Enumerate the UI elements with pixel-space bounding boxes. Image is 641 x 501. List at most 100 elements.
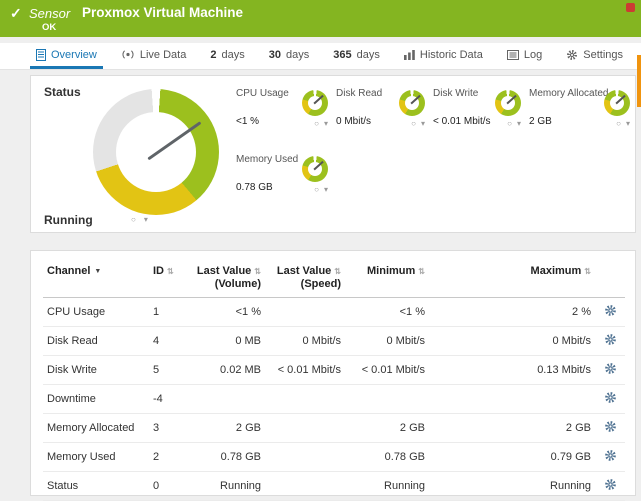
col-header-minimum[interactable]: Minimum⇅ [345,263,429,298]
tab-label: Overview [51,49,97,61]
speed-cell: < 0.01 Mbit/s [265,356,345,385]
tab-live-data[interactable]: Live Data [115,43,192,69]
col-header-last-value-volume[interactable]: Last Value⇅ (Volume) [187,263,265,298]
maximum-cell: Running [429,472,595,501]
tab-365-days[interactable]: 365 days [327,43,386,69]
speed-cell [265,385,345,414]
minimum-cell: <1 % [345,298,429,327]
volume-cell: 0.02 MB [187,356,265,385]
maximum-cell [429,385,595,414]
menu-icon[interactable]: ▾ [626,119,630,128]
disk-read-gauge [399,90,425,116]
alert-icon[interactable] [626,3,635,12]
sensor-status-text: Running [44,213,93,227]
speed-cell [265,472,345,501]
channel-settings-gear-icon[interactable] [604,333,617,346]
volume-cell: Running [187,472,265,501]
pin-icon[interactable]: ○ [131,215,136,224]
menu-icon[interactable]: ▾ [517,119,521,128]
sort-icon: ⇅ [584,265,591,278]
id-cell: 3 [147,414,187,443]
menu-icon[interactable]: ▾ [144,215,148,224]
row-settings-cell [595,385,625,414]
minimum-cell: < 0.01 Mbit/s [345,356,429,385]
menu-icon[interactable]: ▾ [421,119,425,128]
tab-historic-data[interactable]: Historic Data [398,43,489,69]
id-cell: 0 [147,472,187,501]
volume-cell: 2 GB [187,414,265,443]
col-header-maximum[interactable]: Maximum⇅ [429,263,595,298]
tab-log[interactable]: Log [501,43,548,69]
gauge-value: <1 % [236,116,259,127]
channel-settings-gear-icon[interactable] [604,362,617,375]
col-header-last-value-speed[interactable]: Last Value⇅ (Speed) [265,263,345,298]
id-cell: -4 [147,385,187,414]
tab-2-days[interactable]: 2 days [204,43,250,69]
sort-icon: ⇅ [418,265,425,278]
disk-write-gauge [495,90,521,116]
gauge-value: 2 GB [529,116,552,127]
speed-cell [265,443,345,472]
maximum-cell: 2 % [429,298,595,327]
channel-settings-gear-icon[interactable] [604,391,617,404]
row-settings-cell [595,472,625,501]
overview-panel: Status Running ○ ▾ CPU Usage <1 % ○▾ Dis… [30,75,636,233]
overview-icon [36,49,46,61]
tab-30-days[interactable]: 30 days [263,43,316,69]
log-icon [507,50,519,60]
tab-label: days [221,49,244,61]
col-header-id[interactable]: ID⇅ [147,263,187,298]
tab-label: days [286,49,309,61]
tab-overview[interactable]: Overview [30,43,103,69]
sort-icon: ⇅ [334,265,341,278]
menu-icon[interactable]: ▾ [324,185,328,194]
pin-icon[interactable]: ○ [507,119,512,128]
pin-icon[interactable]: ○ [314,119,319,128]
tab-number: 2 [210,49,216,61]
pin-icon[interactable]: ○ [616,119,621,128]
channel-gauges: CPU Usage <1 % ○▾ Disk Read 0 Mbit/s ○▾ … [236,88,638,220]
pin-icon[interactable]: ○ [314,185,319,194]
memory-used-gauge [302,156,328,182]
table-row: Downtime -4 [43,385,625,414]
status-badge: OK [42,22,56,33]
speed-cell [265,414,345,443]
channel-cell: Downtime [43,385,147,414]
table-row: Disk Read 4 0 MB 0 Mbit/s 0 Mbit/s 0 Mbi… [43,327,625,356]
channel-settings-gear-icon[interactable] [604,420,617,433]
table-row: Disk Write 5 0.02 MB < 0.01 Mbit/s < 0.0… [43,356,625,385]
table-row: Status 0 Running Running Running [43,472,625,501]
page-title: Proxmox Virtual Machine [82,5,243,20]
pin-icon[interactable]: ○ [411,119,416,128]
id-cell: 1 [147,298,187,327]
memory-allocated-gauge [604,90,630,116]
table-row: Memory Used 2 0.78 GB 0.78 GB 0.79 GB [43,443,625,472]
channel-cell: Memory Allocated [43,414,147,443]
row-settings-cell [595,356,625,385]
gauge-disk-read: Disk Read 0 Mbit/s ○▾ [336,88,433,154]
tab-bar: Overview Live Data 2 days 30 days 365 da… [0,43,641,70]
tab-settings[interactable]: Settings [560,43,629,69]
maximum-cell: 0.79 GB [429,443,595,472]
channel-settings-gear-icon[interactable] [604,449,617,462]
channel-settings-gear-icon[interactable] [604,304,617,317]
table-row: Memory Allocated 3 2 GB 2 GB 2 GB [43,414,625,443]
cpu-usage-gauge [302,90,328,116]
gauge-memory-used: Memory Used 0.78 GB ○▾ [236,154,336,220]
row-settings-cell [595,327,625,356]
maximum-cell: 2 GB [429,414,595,443]
tab-label: Live Data [140,49,186,61]
menu-icon[interactable]: ▾ [324,119,328,128]
panel-title: Status [44,85,81,99]
col-header-channel[interactable]: Channel▼ [43,263,147,298]
channel-settings-gear-icon[interactable] [604,478,617,491]
gear-icon [566,49,578,61]
id-cell: 5 [147,356,187,385]
minimum-cell: Running [345,472,429,501]
maximum-cell: 0 Mbit/s [429,327,595,356]
gauge-value: 0 Mbit/s [336,116,371,127]
row-settings-cell [595,298,625,327]
id-cell: 4 [147,327,187,356]
minimum-cell: 0 Mbit/s [345,327,429,356]
speed-cell [265,298,345,327]
